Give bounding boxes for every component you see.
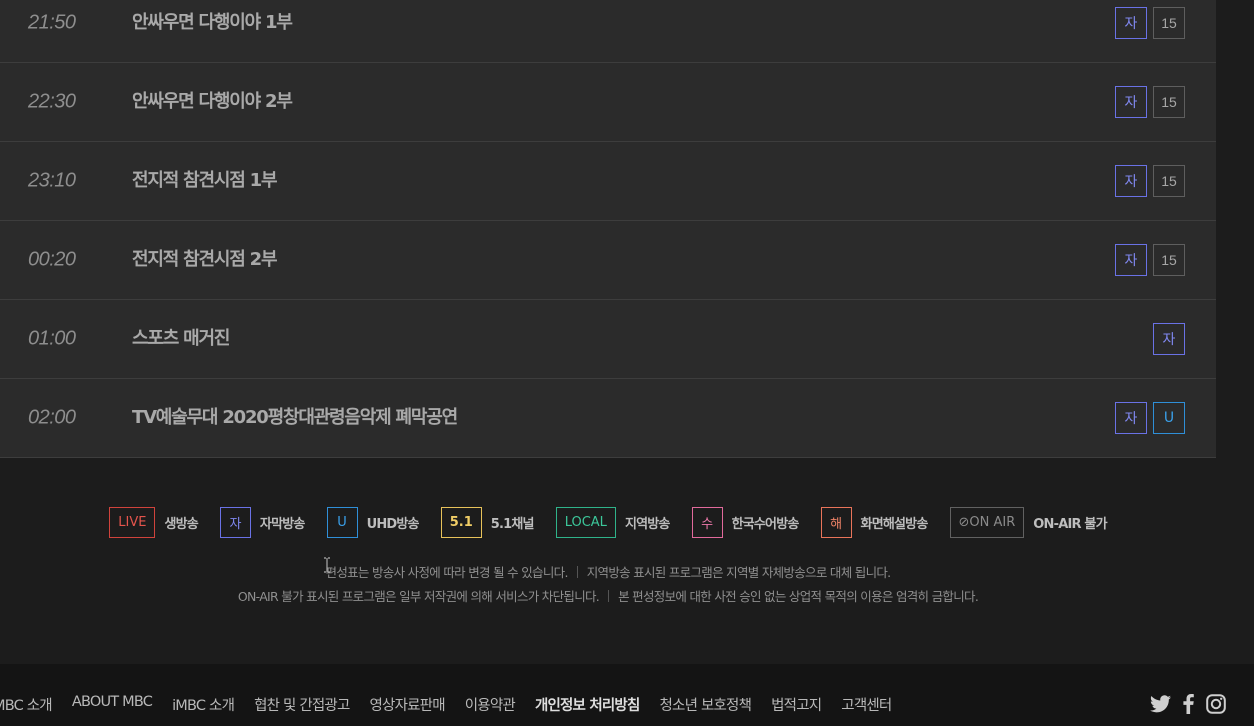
- schedule-list: 21:50 안싸우면 다행이야 1부 자 15 22:30 안싸우면 다행이야 …: [0, 0, 1216, 458]
- local-badge: LOCAL: [555, 507, 616, 538]
- audio-description-badge: 해: [820, 507, 852, 538]
- age-rating-badge: 15: [1153, 165, 1185, 197]
- legend-label: 5.1채널: [490, 517, 535, 532]
- notice-text: 지역방송 표시된 프로그램은 지역별 자체방송으로 대체 됩니다.: [586, 565, 891, 580]
- sign-language-badge: 수: [691, 507, 723, 538]
- age-rating-badge: 15: [1153, 7, 1185, 39]
- legend-label: 자막방송: [259, 517, 305, 532]
- footer-link-legal[interactable]: 법적고지: [771, 694, 822, 715]
- notice-text: 본 편성정보에 대한 사전 승인 없는 상업적 목적의 이용은 엄격히 금합니다…: [618, 589, 979, 604]
- onair-unavailable-badge: ⊘ON AIR: [949, 507, 1025, 538]
- legend-label: 화면해설방송: [860, 517, 929, 532]
- twitter-icon[interactable]: [1150, 695, 1171, 713]
- notice-text: 편성표는 방송사 사정에 따라 변경 될 수 있습니다.: [325, 565, 569, 580]
- footer-link-mbc-intro[interactable]: MBC 소개: [0, 694, 53, 715]
- legend-item-live: LIVE 생방송: [109, 507, 199, 538]
- program-time: 02:00: [28, 406, 76, 429]
- program-time: 22:30: [28, 90, 76, 113]
- legend-item-onair: ⊘ON AIR ON-AIR 불가: [949, 507, 1108, 538]
- footer-link-youth-protection[interactable]: 청소년 보호정책: [660, 694, 752, 715]
- footer-link-privacy[interactable]: 개인정보 처리방침: [535, 694, 640, 715]
- schedule-row[interactable]: 21:50 안싸우면 다행이야 1부 자 15: [0, 0, 1216, 63]
- subtitle-badge: 자: [1153, 323, 1185, 355]
- legend-label: 생방송: [164, 517, 198, 532]
- age-rating-badge: 15: [1153, 86, 1185, 118]
- program-title[interactable]: 안싸우면 다행이야 1부: [132, 8, 293, 34]
- legend-item-subtitle: 자 자막방송: [219, 507, 305, 538]
- legend-label: 지역방송: [624, 517, 670, 532]
- footer-link-about-mbc[interactable]: ABOUT MBC: [72, 694, 153, 715]
- subtitle-badge: 자: [1115, 86, 1147, 118]
- notice-line-2: ON-AIR 불가 표시된 프로그램은 일부 저작권에 의해 서비스가 차단됩니…: [0, 586, 1216, 605]
- subtitle-badge: 자: [219, 507, 251, 538]
- subtitle-badge: 자: [1115, 244, 1147, 276]
- subtitle-badge: 자: [1115, 165, 1147, 197]
- legend-item-uhd: U UHD방송: [326, 507, 420, 538]
- footer-link-video-sales[interactable]: 영상자료판매: [370, 694, 446, 715]
- program-badges: 자 15: [1115, 7, 1185, 39]
- program-badges: 자 15: [1115, 244, 1185, 276]
- program-badges: 자 15: [1115, 165, 1185, 197]
- schedule-row[interactable]: 23:10 전지적 참견시점 1부 자 15: [0, 142, 1216, 221]
- site-footer: MBC 소개 ABOUT MBC iMBC 소개 협찬 및 간접광고 영상자료판…: [0, 664, 1254, 726]
- footer-link-terms[interactable]: 이용약관: [465, 694, 516, 715]
- program-time: 00:20: [28, 248, 76, 271]
- legend-label: ON-AIR 불가: [1033, 517, 1107, 532]
- subtitle-badge: 자: [1115, 402, 1147, 434]
- program-title[interactable]: TV예술무대 2020평창대관령음악제 폐막공연: [132, 403, 458, 429]
- subtitle-badge: 자: [1115, 7, 1147, 39]
- divider: [576, 566, 578, 578]
- footer-links: MBC 소개 ABOUT MBC iMBC 소개 협찬 및 간접광고 영상자료판…: [0, 694, 911, 715]
- footer-link-sponsorship[interactable]: 협찬 및 간접광고: [254, 694, 350, 715]
- program-title[interactable]: 전지적 참견시점 2부: [132, 245, 278, 271]
- facebook-icon[interactable]: [1183, 694, 1194, 714]
- uhd-badge: U: [1153, 402, 1185, 434]
- notice-line-1: 편성표는 방송사 사정에 따라 변경 될 수 있습니다. 지역방송 표시된 프로그…: [0, 562, 1216, 581]
- legend-item-sign: 수 한국수어방송: [691, 507, 800, 538]
- legend-item-51: 5.1 5.1채널: [440, 507, 535, 538]
- legend-label: 한국수어방송: [731, 517, 800, 532]
- program-title[interactable]: 전지적 참견시점 1부: [132, 166, 278, 192]
- schedule-row[interactable]: 22:30 안싸우면 다행이야 2부 자 15: [0, 63, 1216, 142]
- uhd-badge: U: [326, 507, 358, 538]
- legend-item-local: LOCAL 지역방송: [555, 507, 670, 538]
- live-badge: LIVE: [109, 507, 156, 538]
- footer-link-imbc-intro[interactable]: iMBC 소개: [172, 694, 235, 715]
- program-time: 23:10: [28, 169, 76, 192]
- schedule-row[interactable]: 01:00 스포츠 매거진 자: [0, 300, 1216, 379]
- channel-51-badge: 5.1: [440, 507, 482, 538]
- program-badges: 자: [1153, 323, 1185, 355]
- program-badges: 자 U: [1115, 402, 1185, 434]
- program-time: 21:50: [28, 11, 76, 34]
- program-time: 01:00: [28, 327, 76, 350]
- age-rating-badge: 15: [1153, 244, 1185, 276]
- instagram-icon[interactable]: [1206, 694, 1226, 714]
- program-title[interactable]: 스포츠 매거진: [132, 324, 230, 350]
- legend-item-description: 해 화면해설방송: [820, 507, 929, 538]
- program-title[interactable]: 안싸우면 다행이야 2부: [132, 87, 293, 113]
- footer-link-customer-center[interactable]: 고객센터: [841, 694, 892, 715]
- badge-legend: LIVE 생방송 자 자막방송 U UHD방송 5.1 5.1채널 LOCAL …: [0, 507, 1216, 538]
- schedule-row[interactable]: 02:00 TV예술무대 2020평창대관령음악제 폐막공연 자 U: [0, 379, 1216, 458]
- notice-text: ON-AIR 불가 표시된 프로그램은 일부 저작권에 의해 서비스가 차단됩니…: [237, 589, 600, 604]
- legend-label: UHD방송: [366, 517, 420, 532]
- divider: [608, 590, 610, 602]
- program-badges: 자 15: [1115, 86, 1185, 118]
- schedule-row[interactable]: 00:20 전지적 참견시점 2부 자 15: [0, 221, 1216, 300]
- text-cursor-icon: [324, 557, 330, 573]
- social-links: [1150, 694, 1226, 714]
